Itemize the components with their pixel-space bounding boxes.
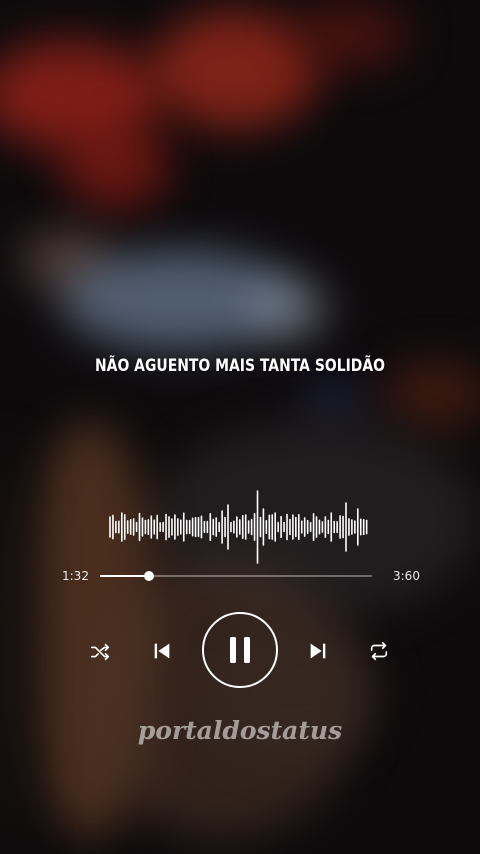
repeat-button[interactable] [367, 639, 391, 663]
progress-fill [100, 575, 149, 577]
play-pause-button[interactable] [202, 612, 278, 688]
skip-previous-icon [154, 643, 170, 659]
watermark-text: portaldostatus [137, 716, 343, 745]
repeat-icon [370, 641, 388, 661]
shuffle-button[interactable] [88, 640, 112, 664]
elapsed-time: 1:32 [62, 569, 89, 583]
progress-thumb[interactable] [143, 571, 154, 581]
skip-next-icon [310, 643, 326, 659]
shuffle-icon [90, 643, 110, 661]
total-duration: 3:60 [393, 569, 420, 583]
next-button[interactable] [306, 639, 330, 663]
progress-bar[interactable] [100, 571, 372, 581]
pause-icon [230, 637, 250, 663]
previous-button[interactable] [150, 639, 174, 663]
